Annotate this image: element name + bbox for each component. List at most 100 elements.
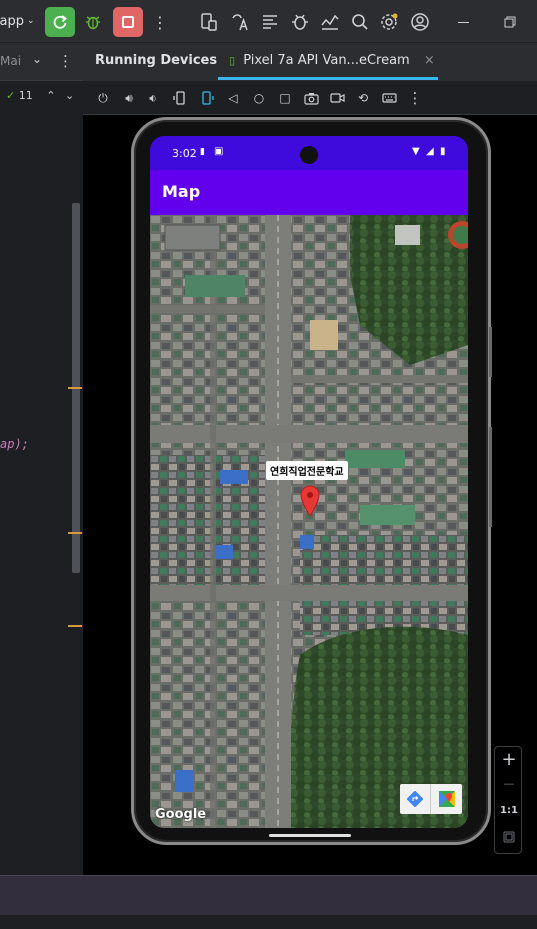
- title-bar: app ⌄ ⋮: [0, 0, 537, 43]
- chevron-up-icon[interactable]: ⌃: [46, 89, 55, 102]
- editor-tabs: Mai ⌄ ⋮: [0, 43, 83, 81]
- zoom-fit-button[interactable]: [495, 831, 523, 847]
- directions-icon: [407, 791, 423, 807]
- volume-down-icon[interactable]: 🔉︎: [145, 90, 161, 106]
- power-side-button[interactable]: [489, 327, 492, 377]
- ide-window: app ⌄ ⋮ Mai ⌄ ⋮ ✓ 11 ⌃ ⌄ ap); Running De…: [0, 0, 537, 929]
- back-icon[interactable]: ◁: [225, 90, 241, 106]
- sd-card-icon: ▮: [200, 147, 205, 157]
- warning-marker[interactable]: [68, 387, 82, 389]
- open-in-maps-button[interactable]: [431, 784, 462, 814]
- logcat-icon: [263, 15, 277, 29]
- search-button[interactable]: [349, 11, 371, 33]
- chevron-down-icon: ⌄: [26, 16, 35, 26]
- zoom-actual-size-button[interactable]: 1:1: [495, 805, 523, 816]
- app-title: Map: [162, 182, 201, 201]
- inspection-count: 11: [18, 89, 33, 102]
- camera-cutout: [300, 146, 318, 164]
- volume-up-icon[interactable]: 🔊︎: [121, 90, 137, 106]
- screen-icon: ▣: [214, 146, 224, 157]
- google-logo: Google: [155, 807, 207, 822]
- restore-button[interactable]: [502, 11, 518, 33]
- chevron-down-icon[interactable]: ⌄: [65, 89, 74, 102]
- map-view[interactable]: 연희직업전문학교 Google: [150, 215, 468, 828]
- tab-pixel-label: Pixel 7a API Van...eCream: [243, 53, 410, 68]
- close-tab-icon[interactable]: ×: [424, 53, 435, 68]
- debug-button[interactable]: [82, 11, 104, 33]
- code-line: ap);: [0, 437, 29, 451]
- account-icon: [411, 13, 429, 31]
- logcat-button[interactable]: [259, 11, 281, 33]
- volume-side-button[interactable]: [489, 427, 492, 527]
- zoom-controls: + — 1:1: [494, 746, 522, 854]
- debug-icon: [86, 16, 100, 30]
- google-maps-icon: [438, 791, 455, 807]
- restore-icon: [504, 16, 516, 28]
- map-toolbar: [400, 784, 462, 814]
- warning-marker[interactable]: [68, 532, 82, 534]
- zoom-out-button[interactable]: —: [495, 777, 523, 790]
- status-bar-ide: [0, 915, 537, 929]
- run-config-label: app: [0, 13, 24, 29]
- search-icon: [352, 14, 368, 30]
- warning-marker[interactable]: [68, 625, 82, 627]
- screen-record-icon[interactable]: [329, 90, 345, 106]
- editor-tab-main[interactable]: Mai: [0, 54, 21, 68]
- map-marker-icon[interactable]: [300, 485, 320, 517]
- translate-button[interactable]: [229, 11, 251, 33]
- check-icon: ✓: [6, 89, 16, 102]
- rotate-left-icon[interactable]: [172, 90, 188, 106]
- running-devices-panel: Running Devices ▯ Pixel 7a API Van...eCr…: [83, 43, 537, 875]
- stop-button[interactable]: [113, 7, 143, 37]
- status-bar: 3:02 ▮ ▣ ▼ ◢ ▮: [150, 136, 468, 170]
- app-inspection-button[interactable]: [289, 11, 311, 33]
- translate-icon: [232, 14, 248, 31]
- tab-pixel-device[interactable]: ▯ Pixel 7a API Van...eCream ×: [229, 43, 435, 81]
- stop-icon: [122, 16, 134, 28]
- minimize-button[interactable]: [455, 11, 471, 33]
- bug-icon: [292, 14, 308, 30]
- device-toolbar: ⏻ 🔊︎ 🔉︎ ◁ ○ □ ⟲ ⋮: [83, 81, 537, 115]
- gesture-nav-handle[interactable]: [269, 834, 351, 837]
- more-vertical-icon[interactable]: ⋮: [58, 52, 73, 70]
- power-icon[interactable]: ⏻: [95, 90, 111, 106]
- settings-button[interactable]: [378, 11, 400, 33]
- screenshot-icon[interactable]: [303, 90, 319, 106]
- profiler-button[interactable]: [319, 11, 341, 33]
- battery-icon: ▮: [440, 146, 446, 157]
- more-vertical-icon[interactable]: ⋮: [152, 11, 168, 33]
- more-vertical-icon[interactable]: ⋮: [407, 89, 423, 107]
- home-icon[interactable]: ○: [251, 90, 267, 106]
- signal-icon: ◢: [426, 146, 434, 157]
- run-config-selector[interactable]: app ⌄: [0, 10, 35, 32]
- snapshot-icon[interactable]: ⟲: [355, 90, 371, 106]
- settings-icon: [381, 13, 398, 30]
- inspection-widget[interactable]: ✓ 11 ⌃ ⌄: [6, 89, 74, 102]
- status-time: 3:02: [172, 147, 197, 160]
- app-bar: Map: [150, 170, 468, 215]
- device-manager-button[interactable]: [198, 11, 220, 33]
- rerun-button[interactable]: [45, 7, 75, 37]
- bottom-tool-window: [0, 875, 537, 915]
- directions-button[interactable]: [400, 784, 431, 814]
- wifi-icon: ▼: [412, 146, 420, 157]
- satellite-map: [150, 215, 468, 828]
- fit-screen-icon: [503, 831, 515, 843]
- marker-info-window[interactable]: 연희직업전문학교: [266, 461, 348, 480]
- tab-running-devices[interactable]: Running Devices: [95, 53, 217, 68]
- editor-tab-label: Mai: [0, 54, 22, 68]
- zoom-in-button[interactable]: +: [495, 749, 523, 770]
- device-screen[interactable]: 3:02 ▮ ▣ ▼ ◢ ▮ Map 연희직업전문학교 Google: [150, 136, 468, 828]
- code-editor[interactable]: Mai ⌄ ⋮ ✓ 11 ⌃ ⌄ ap);: [0, 43, 83, 875]
- overview-icon[interactable]: □: [277, 90, 293, 106]
- account-button[interactable]: [409, 11, 431, 33]
- rotate-right-icon[interactable]: [199, 90, 215, 106]
- minimize-icon: [457, 21, 469, 23]
- chevron-down-icon[interactable]: ⌄: [32, 52, 42, 66]
- profiler-icon: [321, 14, 339, 30]
- keyboard-icon[interactable]: [381, 90, 397, 106]
- code-fragment: ap);: [0, 437, 29, 451]
- rerun-icon: [53, 15, 67, 29]
- active-tab-indicator: [218, 77, 438, 80]
- device-icon: ▯: [229, 54, 236, 67]
